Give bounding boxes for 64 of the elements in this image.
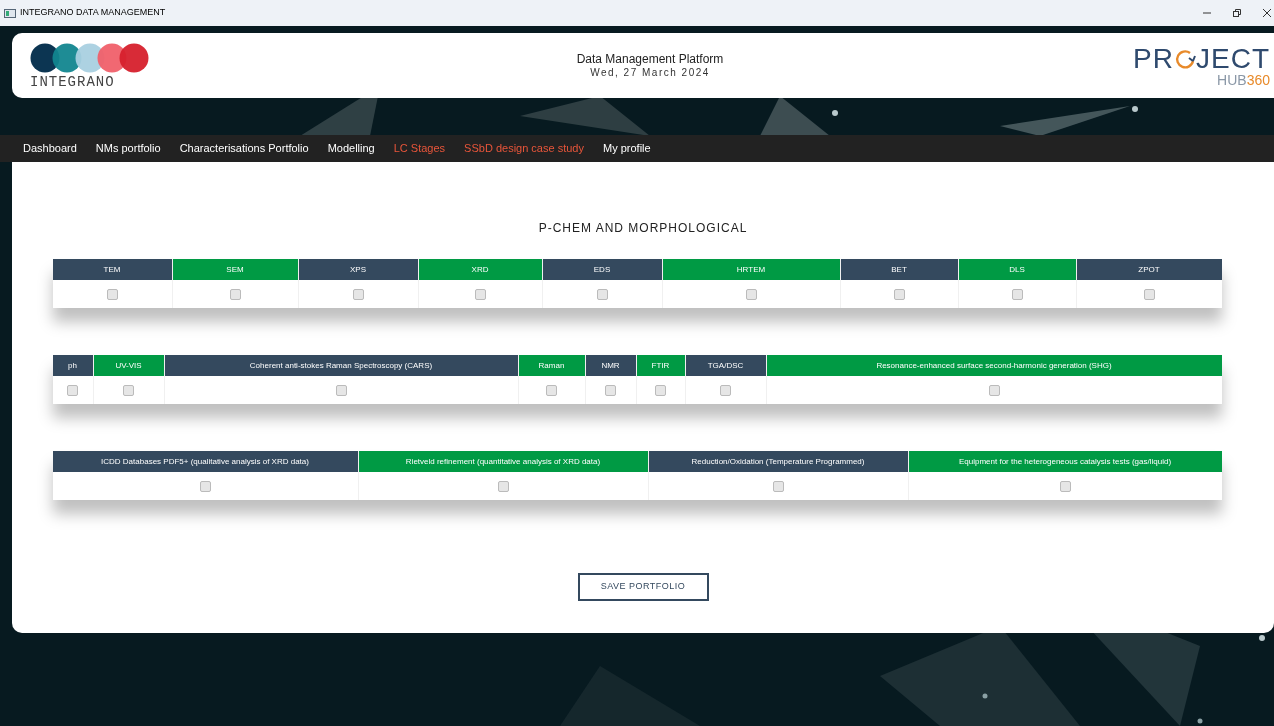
column-header: BET bbox=[840, 259, 958, 280]
nav-link[interactable]: SSbD design case study bbox=[464, 140, 584, 157]
restore-icon[interactable] bbox=[1232, 8, 1242, 18]
column-header: TEM bbox=[52, 259, 172, 280]
nav-link[interactable]: Dashboard bbox=[23, 140, 77, 157]
logo-text: PR bbox=[1133, 44, 1174, 73]
circular-arrow-icon bbox=[1174, 47, 1196, 70]
checkbox[interactable] bbox=[988, 384, 1000, 396]
checkbox[interactable] bbox=[1011, 288, 1023, 300]
checkbox[interactable] bbox=[745, 288, 757, 300]
column-header: UV-VIS bbox=[93, 355, 164, 376]
checkbox[interactable] bbox=[772, 480, 784, 492]
column-header: Reduction/Oxidation (Temperature Programmed) bbox=[648, 451, 908, 472]
nav-link[interactable]: NMs portfolio bbox=[95, 140, 161, 157]
column-header: DLS bbox=[958, 259, 1076, 280]
column-header: TGA/DSC bbox=[685, 355, 766, 376]
column-header: Raman bbox=[518, 355, 585, 376]
column-header: HRTEM bbox=[662, 259, 840, 280]
checkbox[interactable] bbox=[199, 480, 211, 492]
checkbox[interactable] bbox=[596, 288, 608, 300]
checkbox[interactable] bbox=[1143, 288, 1155, 300]
checkbox[interactable] bbox=[1059, 480, 1071, 492]
checkbox[interactable] bbox=[335, 384, 347, 396]
logo-subtext: HUB bbox=[1217, 71, 1247, 88]
checkbox[interactable] bbox=[497, 480, 509, 492]
window-title: INTEGRANO DATA MANAGEMENT bbox=[20, 6, 166, 20]
checkbox[interactable] bbox=[605, 384, 616, 396]
checkbox[interactable] bbox=[229, 288, 241, 300]
close-icon[interactable] bbox=[1262, 8, 1272, 18]
checkbox[interactable] bbox=[352, 288, 364, 300]
checkbox[interactable] bbox=[720, 384, 731, 396]
checkbox[interactable] bbox=[123, 384, 134, 396]
checkbox[interactable] bbox=[546, 384, 557, 396]
column-header: Coherent anti-stokes Raman Spectroscopy (CARS) bbox=[164, 355, 518, 376]
app-icon bbox=[4, 8, 16, 18]
checkbox[interactable] bbox=[655, 384, 666, 396]
column-header: ICDD Databases PDF5+ (qualitative analysis of XRD data) bbox=[52, 451, 358, 472]
column-header: FTIR bbox=[636, 355, 685, 376]
column-header: XRD bbox=[418, 259, 542, 280]
checkbox[interactable] bbox=[893, 288, 905, 300]
date-text: Wed, 27 March 2024 bbox=[590, 66, 710, 80]
logo-text: JECT bbox=[1196, 44, 1270, 73]
nav-link[interactable]: Modelling bbox=[327, 140, 375, 157]
column-header: ZPOT bbox=[1076, 259, 1222, 280]
column-header: Rietveld refinement (quantitative analysis of XRD data) bbox=[358, 451, 648, 472]
nav-link[interactable]: My profile bbox=[602, 140, 651, 157]
logo-text: INTEGRANO bbox=[30, 74, 115, 89]
platform-title: Data Management Platform bbox=[576, 51, 724, 67]
column-header: SEM bbox=[172, 259, 298, 280]
save-portfolio-button[interactable]: SAVE PORTFOLIO bbox=[577, 573, 709, 601]
column-header: Resonance-enhanced surface second-harmonic generation (SHG) bbox=[766, 355, 1222, 376]
nav-link[interactable]: LC Stages bbox=[393, 140, 446, 157]
section-title: P-CHEM AND MORPHOLOGICAL bbox=[538, 220, 748, 237]
column-header: EDS bbox=[542, 259, 662, 280]
logo-subtext: 360 bbox=[1246, 71, 1270, 88]
column-header: Equipment for the heterogeneous catalysis tests (gas/liquid) bbox=[908, 451, 1222, 472]
checkbox[interactable] bbox=[106, 288, 118, 300]
column-header: NMR bbox=[585, 355, 636, 376]
column-header: XPS bbox=[298, 259, 418, 280]
column-header: ph bbox=[52, 355, 93, 376]
checkbox[interactable] bbox=[474, 288, 486, 300]
checkbox[interactable] bbox=[67, 384, 78, 396]
integrano-logo-icon bbox=[30, 42, 150, 73]
nav-link[interactable]: Characterisations Portfolio bbox=[179, 140, 309, 157]
